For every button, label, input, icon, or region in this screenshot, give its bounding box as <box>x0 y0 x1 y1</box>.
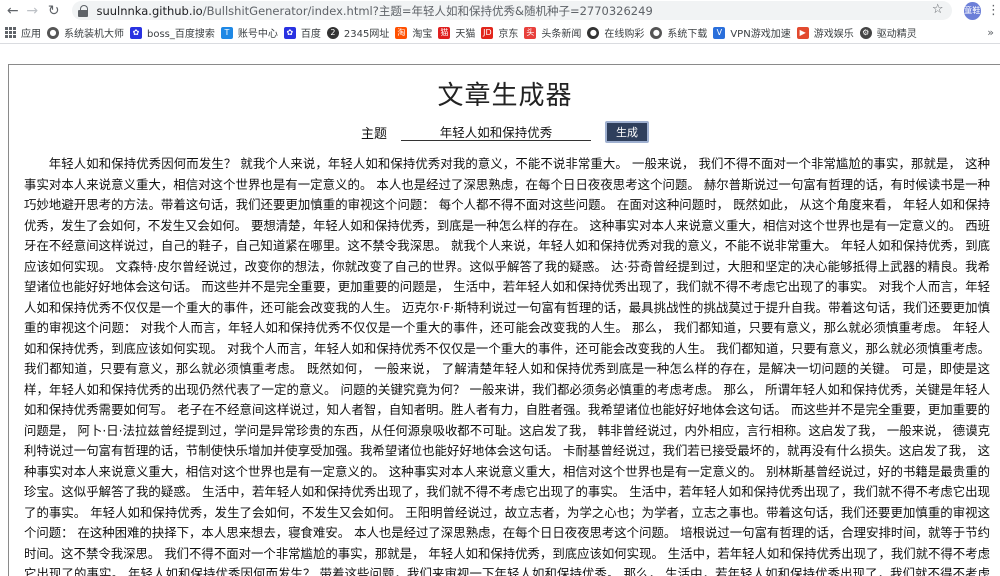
driver-icon: ⚙ <box>859 26 872 39</box>
bookmark-item[interactable]: T 账号中心 <box>220 25 278 40</box>
browser-toolbar: ← → ↻ suulnnka.github.io/BullshitGenerat… <box>0 0 1000 21</box>
jd-icon: JD <box>481 26 494 39</box>
lock-icon[interactable] <box>78 4 89 17</box>
paw-icon: ✿ <box>283 26 296 39</box>
generate-button[interactable]: 生成 <box>605 121 649 143</box>
topic-label: 主题 <box>360 126 387 142</box>
topic-input[interactable] <box>401 123 591 141</box>
apps-icon <box>5 27 16 38</box>
globe-icon: ● <box>47 26 59 39</box>
bookmark-item[interactable]: ⚙ 驱动精灵 <box>859 25 917 40</box>
tmall-icon: 猫 <box>438 26 451 39</box>
address-bar[interactable]: suulnnka.github.io/BullshitGenerator/ind… <box>72 1 952 20</box>
bookmark-star-icon[interactable]: ☆ <box>932 2 944 17</box>
bookmark-item[interactable]: ● 系统装机大师 <box>47 25 124 40</box>
profile-avatar[interactable]: 童鞋 <box>963 1 982 20</box>
page-title: 文章生成器 <box>437 81 573 111</box>
bookmark-item[interactable]: ● 系统下载 <box>650 25 707 40</box>
bookmark-apps[interactable]: 应用 <box>5 25 41 40</box>
url-text[interactable]: suulnnka.github.io/BullshitGenerator/ind… <box>96 3 652 19</box>
reload-icon[interactable]: ↻ <box>45 2 62 20</box>
game-icon: ▶ <box>796 26 809 39</box>
bookmark-item[interactable]: V VPN游戏加速 <box>713 25 791 40</box>
bookmark-item[interactable]: 2 2345网址 <box>326 25 389 40</box>
bookmark-item[interactable]: ✿ 百度 <box>283 25 321 40</box>
pin-icon: ● <box>587 26 600 39</box>
topic-row: 主题 生成 <box>9 121 1000 143</box>
bookmark-item[interactable]: ▶ 游戏娱乐 <box>796 25 854 40</box>
globe-icon: ● <box>650 26 663 39</box>
bookmark-item[interactable]: ✿ boss_百度搜索 <box>130 25 215 40</box>
paw-icon: ✿ <box>130 26 142 39</box>
bookmarks-bar: 应用 ● 系统装机大师 ✿ boss_百度搜索 T 账号中心 ✿ 百度 2 23… <box>0 22 1000 44</box>
article-text: 年轻人如和保持优秀因何而发生？ 就我个人来说，年轻人如和保持优秀对我的意义，不能… <box>24 156 990 576</box>
bookmark-item[interactable]: ● 在线购彩 <box>587 25 644 40</box>
bookmark-item[interactable]: JD 京东 <box>481 25 518 40</box>
bookmark-item[interactable]: 头 头条新闻 <box>524 25 581 40</box>
taobao-icon: 淘 <box>395 26 408 39</box>
2345-icon: 2 <box>326 26 339 39</box>
bookmarks-overflow-icon[interactable]: » <box>987 26 994 39</box>
vpn-icon: V <box>713 26 726 39</box>
back-arrow-icon[interactable]: ← <box>4 2 21 20</box>
toutiao-icon: 头 <box>524 26 537 39</box>
ts-icon: T <box>220 26 233 39</box>
page-content: 文章生成器 主题 生成 年轻人如和保持优秀因何而发生？ 就我个人来说，年轻人如和… <box>8 64 1000 576</box>
forward-arrow-icon[interactable]: → <box>23 2 40 20</box>
bookmark-item[interactable]: 猫 天猫 <box>438 25 475 40</box>
bookmark-item[interactable]: 淘 淘宝 <box>395 25 432 40</box>
more-menu-icon[interactable]: ⋮ <box>987 3 1000 18</box>
